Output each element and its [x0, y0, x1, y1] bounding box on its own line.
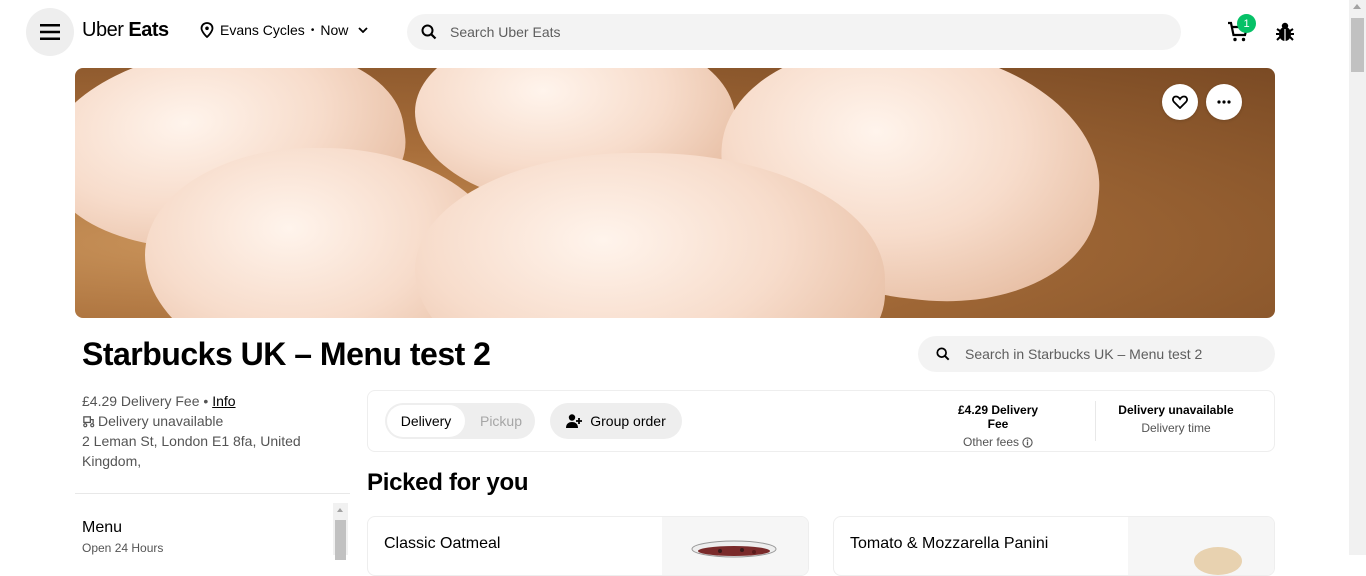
- menu-item-name: Classic Oatmeal: [384, 535, 501, 552]
- delivery-time-label: Now: [320, 22, 349, 38]
- more-options-button[interactable]: [1206, 84, 1242, 120]
- location-selector[interactable]: Evans Cycles • Now: [200, 22, 368, 38]
- scroll-up-arrow-icon[interactable]: [1353, 4, 1361, 9]
- add-person-icon: [566, 414, 583, 428]
- store-address: 2 Leman St, London E1 8fa, United Kingdo…: [82, 433, 301, 469]
- sidebar-scrollbar-thumb[interactable]: [335, 520, 346, 560]
- other-fees-row: Other fees: [948, 435, 1048, 449]
- store-search-input[interactable]: Search in Starbucks UK – Menu test 2: [918, 336, 1275, 372]
- panini-image: [1194, 547, 1242, 575]
- ellipsis-icon: [1217, 100, 1231, 104]
- section-title-picked: Picked for you: [367, 469, 529, 496]
- sidebar-scrollbar[interactable]: [333, 503, 348, 560]
- delivery-status-text: Delivery unavailable: [98, 413, 224, 429]
- bug-report-icon[interactable]: [1274, 21, 1296, 43]
- group-order-button[interactable]: Group order: [550, 403, 682, 439]
- group-order-label: Group order: [590, 413, 666, 429]
- separator-dot: •: [310, 24, 315, 36]
- favorite-button[interactable]: [1162, 84, 1198, 120]
- pickup-option[interactable]: Pickup: [473, 405, 529, 437]
- menu-item-card[interactable]: Classic Oatmeal: [367, 516, 809, 576]
- menu-item-name: Tomato & Mozzarella Panini: [850, 535, 1049, 552]
- menu-title: Menu: [82, 519, 123, 536]
- top-header: Uber Eats Evans Cycles • Now Search Uber…: [0, 0, 1349, 64]
- delivery-fee-text: £4.29 Delivery Fee •: [82, 393, 209, 409]
- time-title: Delivery unavailable: [1118, 403, 1234, 417]
- store-hero-image: [75, 68, 1275, 318]
- fee-separator: [1095, 401, 1096, 441]
- fee-subtitle: Other fees: [962, 435, 1020, 449]
- search-icon: [421, 24, 437, 40]
- menu-hours: Open 24 Hours: [82, 541, 164, 555]
- store-title: Starbucks UK – Menu test 2: [82, 336, 491, 372]
- global-search-input[interactable]: Search Uber Eats: [407, 14, 1181, 50]
- hamburger-menu-button[interactable]: [26, 8, 74, 56]
- menu-item-card[interactable]: Tomato & Mozzarella Panini: [833, 516, 1275, 576]
- logo-text-uber: Uber: [82, 19, 124, 41]
- delivery-pickup-toggle[interactable]: Delivery Pickup: [385, 403, 535, 439]
- order-options-panel: Delivery Pickup Group order £4.29 Delive…: [367, 390, 1275, 452]
- delivery-time-summary: Delivery unavailable Delivery time: [1108, 403, 1244, 435]
- delivery-option[interactable]: Delivery: [387, 405, 465, 437]
- hamburger-icon: [40, 24, 60, 40]
- cart-count-badge: 1: [1237, 14, 1256, 33]
- store-info: £4.29 Delivery Fee • Info Delivery unava…: [82, 391, 322, 471]
- search-placeholder: Search Uber Eats: [450, 24, 561, 40]
- oatmeal-bowl-image: [691, 540, 777, 558]
- location-pin-icon: [200, 22, 214, 38]
- info-icon[interactable]: [1022, 436, 1033, 448]
- fee-info-line: £4.29 Delivery Fee • Info: [82, 391, 322, 411]
- sidebar-divider: [75, 493, 350, 494]
- location-name: Evans Cycles: [220, 22, 305, 38]
- scroll-up-arrow-icon[interactable]: [337, 508, 343, 512]
- uber-eats-logo[interactable]: Uber Eats: [82, 19, 169, 42]
- time-subtitle: Delivery time: [1141, 421, 1211, 435]
- delivery-fee-summary[interactable]: £4.29 Delivery Fee Other fees: [948, 403, 1048, 449]
- heart-icon: [1172, 95, 1188, 109]
- logo-text-eats: Eats: [128, 19, 169, 41]
- menu-item-image: [1128, 517, 1274, 575]
- info-link[interactable]: Info: [212, 393, 235, 409]
- search-icon: [936, 347, 950, 361]
- store-search-placeholder: Search in Starbucks UK – Menu test 2: [965, 346, 1203, 362]
- menu-item-image: [662, 517, 808, 575]
- fee-title: £4.29 Delivery Fee: [957, 403, 1039, 431]
- scrollbar-thumb[interactable]: [1351, 18, 1364, 72]
- delivery-status-line: Delivery unavailable: [82, 411, 322, 431]
- chevron-down-icon: [358, 27, 368, 33]
- scooter-icon: [83, 415, 95, 427]
- page-scrollbar[interactable]: [1349, 0, 1366, 555]
